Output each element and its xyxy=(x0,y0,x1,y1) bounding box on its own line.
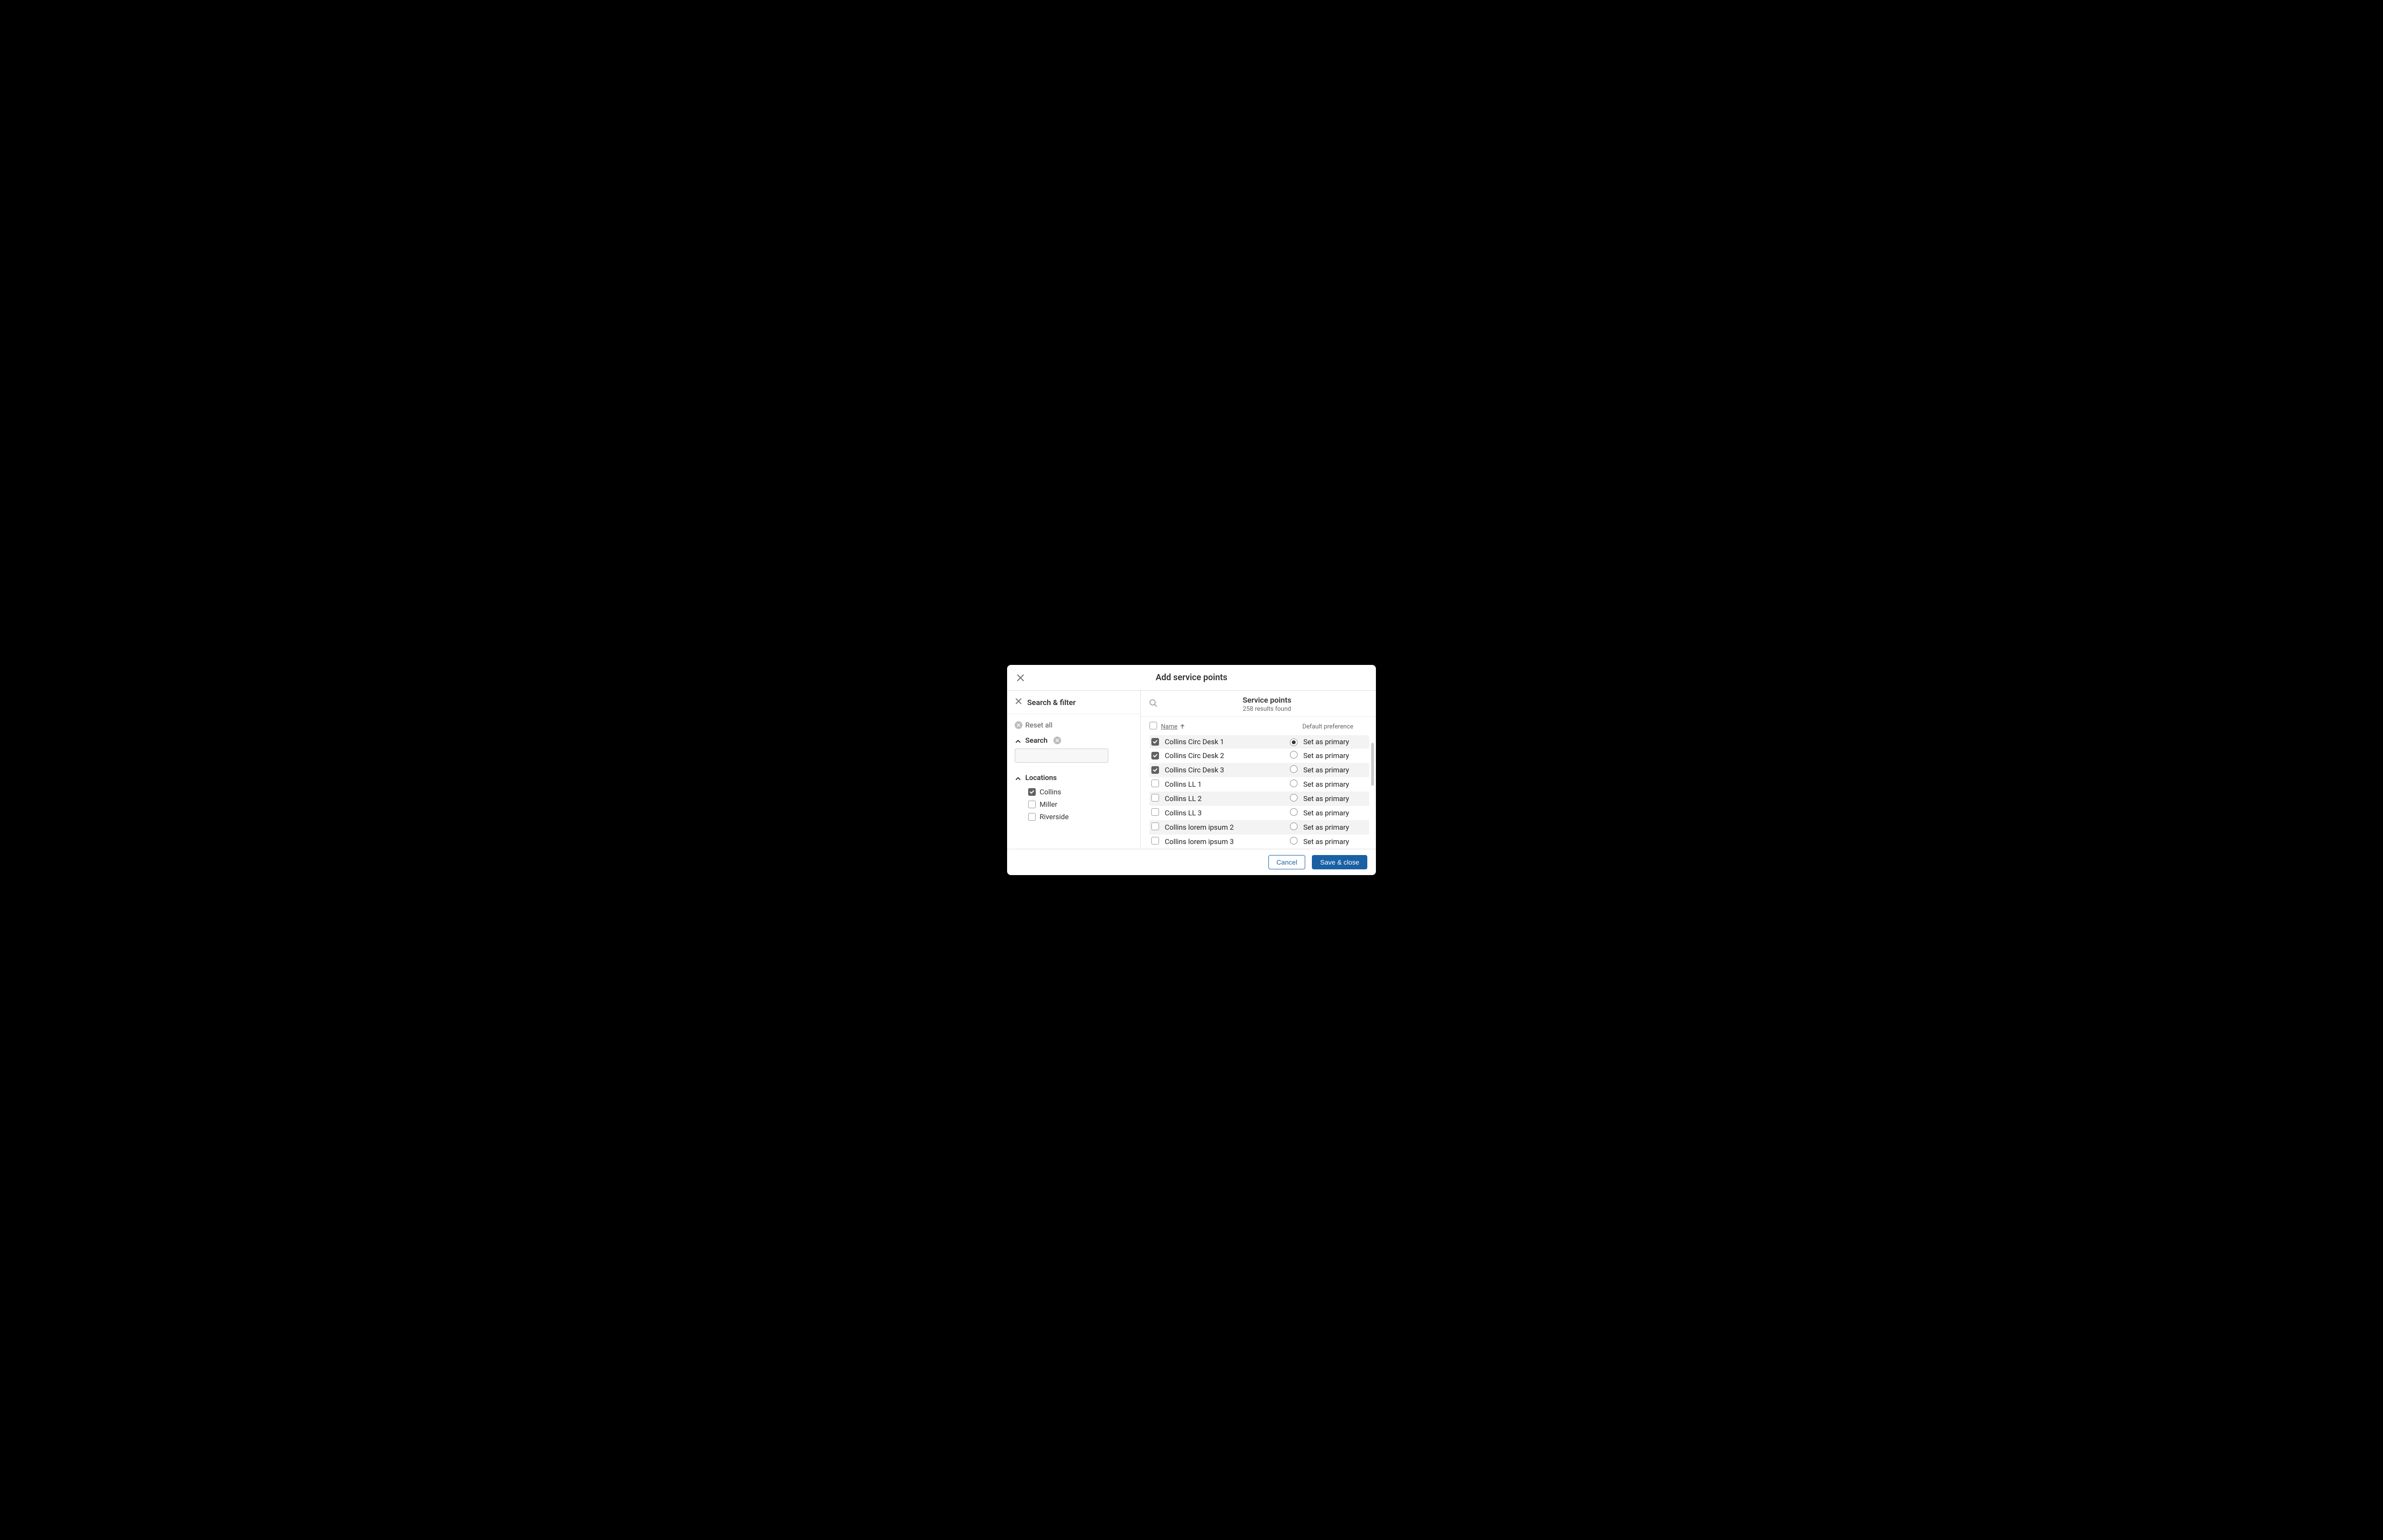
row-checkbox[interactable] xyxy=(1151,738,1159,746)
row-name: Collins Circ Desk 1 xyxy=(1163,738,1290,746)
location-checkbox[interactable] xyxy=(1028,813,1036,821)
column-header-preference: Default preference xyxy=(1302,723,1369,730)
set-primary-label[interactable]: Set as primary xyxy=(1300,751,1367,760)
search-input[interactable] xyxy=(1015,749,1108,763)
table-row: Collins lorem ipsum 3 Set as primary xyxy=(1149,834,1369,849)
location-facet-item[interactable]: Collins xyxy=(1028,786,1133,798)
reset-all-button[interactable]: Reset all xyxy=(1015,721,1133,729)
set-primary-label[interactable]: Set as primary xyxy=(1300,738,1367,746)
row-checkbox[interactable] xyxy=(1151,766,1159,774)
dialog-title: Add service points xyxy=(1007,673,1376,683)
dialog-footer: Cancel Save & close xyxy=(1007,849,1376,875)
primary-radio[interactable] xyxy=(1290,780,1298,787)
results-count: 258 results found xyxy=(1166,706,1368,713)
dialog-header: Add service points xyxy=(1007,665,1376,691)
row-checkbox[interactable] xyxy=(1151,808,1159,816)
set-primary-label[interactable]: Set as primary xyxy=(1300,766,1367,774)
primary-radio[interactable] xyxy=(1290,794,1298,802)
sort-asc-icon xyxy=(1180,724,1185,729)
search-icon[interactable] xyxy=(1149,698,1158,710)
filter-content: Reset all Search Locations xyxy=(1007,714,1140,830)
results-pane: Service points 258 results found Name xyxy=(1141,691,1376,849)
filter-header: Search & filter xyxy=(1007,691,1140,714)
chevron-up-icon xyxy=(1015,773,1021,782)
reset-icon xyxy=(1015,721,1022,729)
collapse-filter-icon[interactable] xyxy=(1015,697,1022,707)
primary-radio[interactable] xyxy=(1290,738,1298,746)
location-label: Collins xyxy=(1040,788,1061,796)
primary-radio[interactable] xyxy=(1290,765,1298,773)
search-section-label: Search xyxy=(1025,736,1048,745)
locations-section-label: Locations xyxy=(1025,773,1057,782)
filter-pane: Search & filter Reset all Search xyxy=(1007,691,1141,849)
set-primary-label[interactable]: Set as primary xyxy=(1300,809,1367,817)
select-all-checkbox[interactable] xyxy=(1149,722,1157,729)
table-header-row: Name Default preference xyxy=(1149,717,1369,735)
results-table: Name Default preference Collins Circ Des… xyxy=(1141,717,1376,849)
close-icon xyxy=(1016,674,1025,682)
primary-radio[interactable] xyxy=(1290,808,1298,816)
location-facet-item[interactable]: Riverside xyxy=(1028,811,1133,823)
results-title: Service points xyxy=(1166,695,1368,705)
cancel-button[interactable]: Cancel xyxy=(1268,855,1306,869)
location-checkbox[interactable] xyxy=(1028,801,1036,808)
save-button[interactable]: Save & close xyxy=(1312,855,1367,869)
table-row: Collins Circ Desk 2 Set as primary xyxy=(1149,749,1369,763)
close-button[interactable] xyxy=(1014,671,1027,684)
row-name: Collins LL 1 xyxy=(1163,780,1290,789)
row-name: Collins LL 3 xyxy=(1163,809,1290,817)
row-name: Collins Circ Desk 2 xyxy=(1163,751,1290,760)
clear-search-icon[interactable] xyxy=(1053,737,1061,744)
table-row: Collins Circ Desk 1 Set as primary xyxy=(1149,735,1369,749)
primary-radio[interactable] xyxy=(1290,823,1298,830)
set-primary-label[interactable]: Set as primary xyxy=(1300,823,1367,832)
chevron-up-icon xyxy=(1015,736,1021,745)
row-name: Collins LL 2 xyxy=(1163,794,1290,803)
locations-section-head[interactable]: Locations xyxy=(1015,773,1133,782)
location-facet-item[interactable]: Miller xyxy=(1028,798,1133,811)
primary-radio[interactable] xyxy=(1290,837,1298,845)
row-checkbox[interactable] xyxy=(1151,837,1159,845)
locations-facet-list: Collins Miller Riverside xyxy=(1015,786,1133,823)
location-label: Riverside xyxy=(1040,813,1069,821)
dialog-body: Search & filter Reset all Search xyxy=(1007,691,1376,849)
set-primary-label[interactable]: Set as primary xyxy=(1300,837,1367,846)
row-checkbox[interactable] xyxy=(1151,780,1159,787)
table-row: Collins lorem ipsum 2 Set as primary xyxy=(1149,820,1369,834)
table-row: Collins LL 1 Set as primary xyxy=(1149,777,1369,791)
row-checkbox[interactable] xyxy=(1151,752,1159,759)
set-primary-label[interactable]: Set as primary xyxy=(1300,780,1367,789)
table-row: Collins LL 2 Set as primary xyxy=(1149,791,1369,806)
row-checkbox[interactable] xyxy=(1151,823,1159,830)
row-checkbox[interactable] xyxy=(1151,794,1159,802)
results-header: Service points 258 results found xyxy=(1141,691,1376,717)
row-name: Collins lorem ipsum 3 xyxy=(1163,837,1290,846)
row-name: Collins Circ Desk 3 xyxy=(1163,766,1290,774)
row-name: Collins lorem ipsum 2 xyxy=(1163,823,1290,832)
search-section-head[interactable]: Search xyxy=(1015,736,1133,745)
scrollbar[interactable] xyxy=(1371,743,1374,786)
column-header-name[interactable]: Name xyxy=(1161,723,1302,730)
filter-header-title: Search & filter xyxy=(1027,698,1076,707)
primary-radio[interactable] xyxy=(1290,751,1298,759)
reset-all-label: Reset all xyxy=(1025,721,1052,729)
add-service-points-dialog: Add service points Search & filter Reset… xyxy=(1007,665,1376,875)
location-label: Miller xyxy=(1040,800,1057,809)
set-primary-label[interactable]: Set as primary xyxy=(1300,794,1367,803)
table-body: Collins Circ Desk 1Set as primaryCollins… xyxy=(1149,735,1369,849)
table-row: Collins Circ Desk 3 Set as primary xyxy=(1149,763,1369,777)
table-row: Collins LL 3 Set as primary xyxy=(1149,806,1369,820)
location-checkbox[interactable] xyxy=(1028,788,1036,796)
